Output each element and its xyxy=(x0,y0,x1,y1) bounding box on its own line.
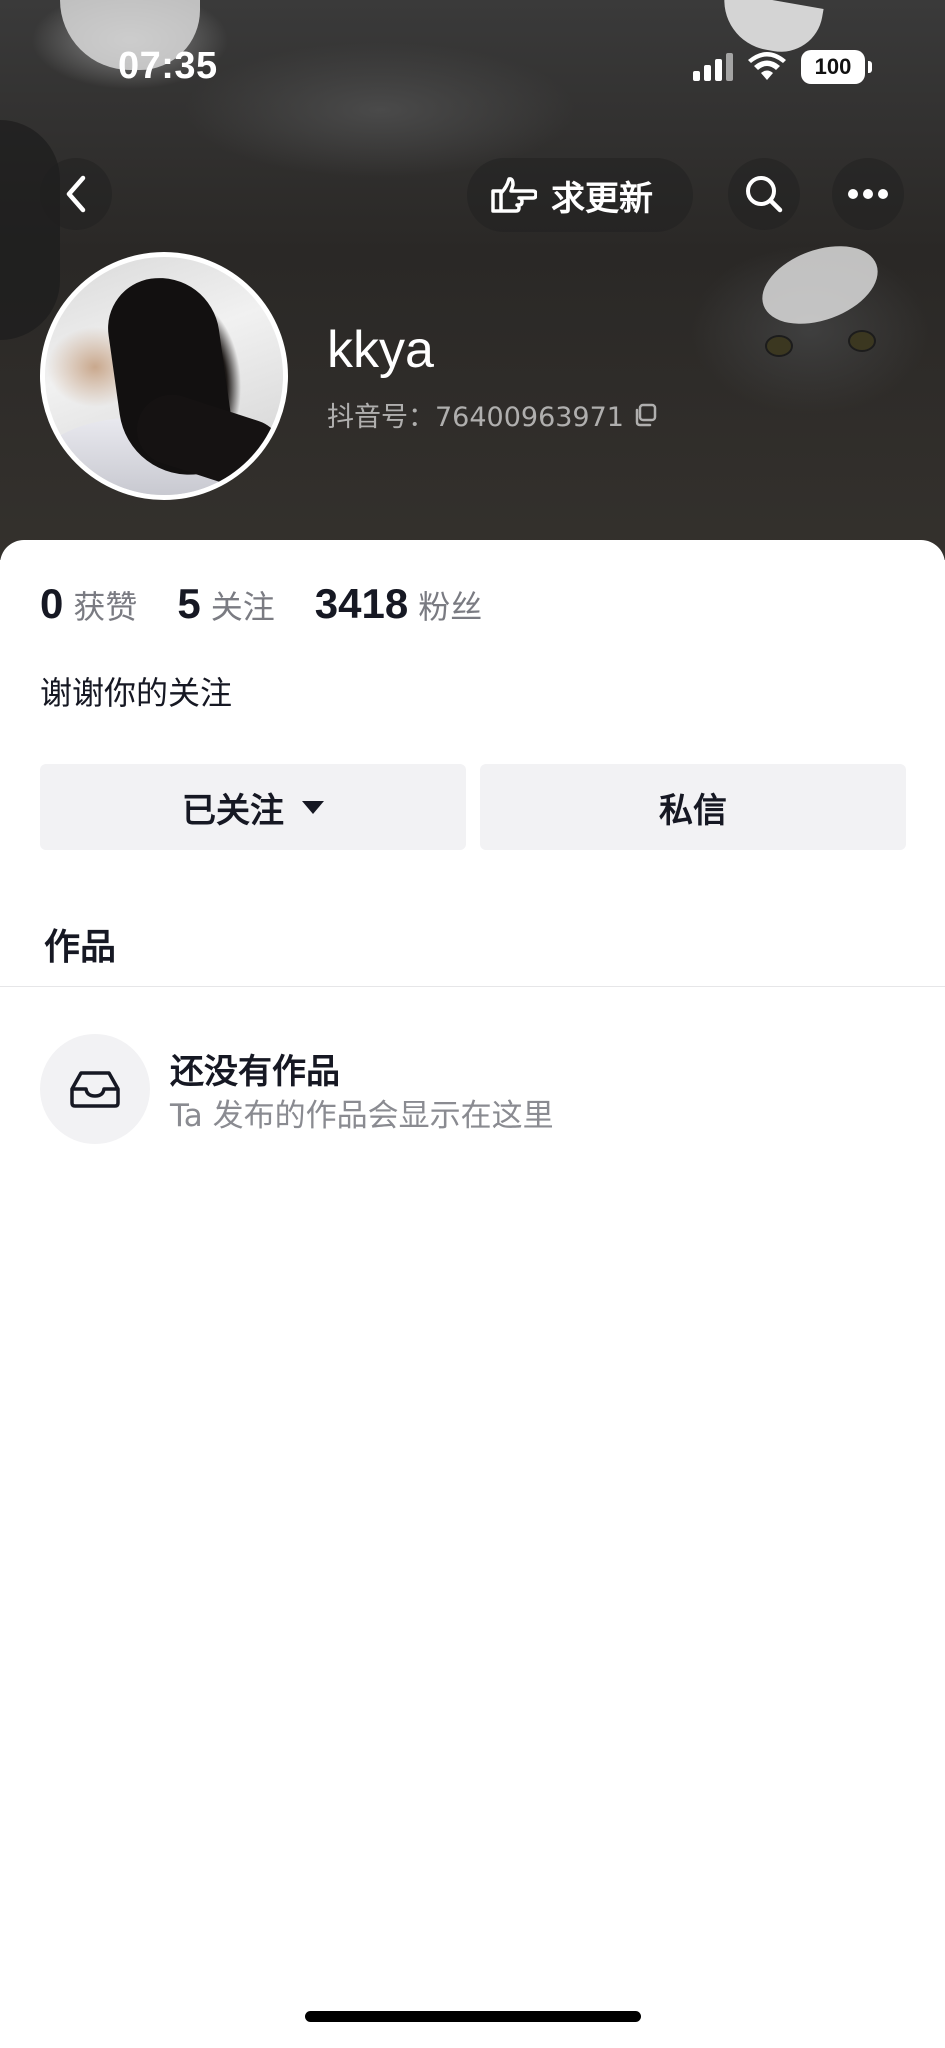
likes-stat[interactable]: 0 获赞 xyxy=(40,580,137,628)
avatar[interactable] xyxy=(40,252,288,500)
profile-stats: 0 获赞 5 关注 3418 粉丝 xyxy=(40,580,522,628)
status-icons: 100 xyxy=(693,50,872,84)
search-icon xyxy=(746,176,783,213)
more-icon xyxy=(848,189,888,199)
request-update-label: 求更新 xyxy=(551,178,653,219)
followers-label: 粉丝 xyxy=(418,588,483,626)
following-stat[interactable]: 5 关注 xyxy=(177,580,274,628)
copy-icon[interactable] xyxy=(632,402,658,428)
tab-works[interactable]: 作品 xyxy=(44,918,116,970)
profile-bio: 谢谢你的关注 xyxy=(40,674,233,712)
chevron-left-icon xyxy=(66,175,86,213)
home-indicator[interactable] xyxy=(305,2011,641,2022)
message-label: 私信 xyxy=(659,790,727,831)
profile-banner: 07:35 100 求更新 kkya 抖音号：76400963971 xyxy=(0,0,945,560)
empty-state-title: 还没有作品 xyxy=(170,1052,340,1092)
likes-label: 获赞 xyxy=(73,588,138,626)
following-label: 关注 xyxy=(210,588,275,626)
profile-screen: 07:35 100 求更新 kkya 抖音号：76400963971 0 获赞 … xyxy=(0,0,945,2048)
message-button[interactable]: 私信 xyxy=(480,764,906,850)
likes-count: 0 xyxy=(40,580,64,627)
cellular-signal-icon xyxy=(693,53,733,81)
following-count: 5 xyxy=(177,580,201,627)
more-options-button[interactable] xyxy=(832,158,904,230)
caret-down-icon xyxy=(302,800,324,814)
tab-divider xyxy=(0,986,945,987)
request-update-button[interactable]: 求更新 xyxy=(467,158,693,232)
pointing-hand-icon xyxy=(491,177,537,213)
search-button[interactable] xyxy=(728,158,800,230)
followers-count: 3418 xyxy=(314,580,409,627)
empty-state-subtitle: Ta 发布的作品会显示在这里 xyxy=(170,1098,554,1134)
wifi-icon xyxy=(748,52,786,80)
followed-button[interactable]: 已关注 xyxy=(40,764,466,850)
followers-stat[interactable]: 3418 粉丝 xyxy=(315,580,482,628)
status-time: 07:35 xyxy=(118,45,218,87)
douyin-id[interactable]: 抖音号：76400963971 xyxy=(327,395,658,434)
username: kkya xyxy=(327,321,434,379)
battery-indicator: 100 xyxy=(801,50,872,84)
inbox-icon xyxy=(70,1071,120,1108)
followed-label: 已关注 xyxy=(182,790,284,831)
back-button[interactable] xyxy=(40,158,112,230)
empty-state-icon-wrap xyxy=(40,1034,150,1144)
douyin-id-text: 抖音号：76400963971 xyxy=(327,402,624,433)
profile-content: 0 获赞 5 关注 3418 粉丝 谢谢你的关注 已关注 私信 作品 还没有作品… xyxy=(0,540,945,2048)
